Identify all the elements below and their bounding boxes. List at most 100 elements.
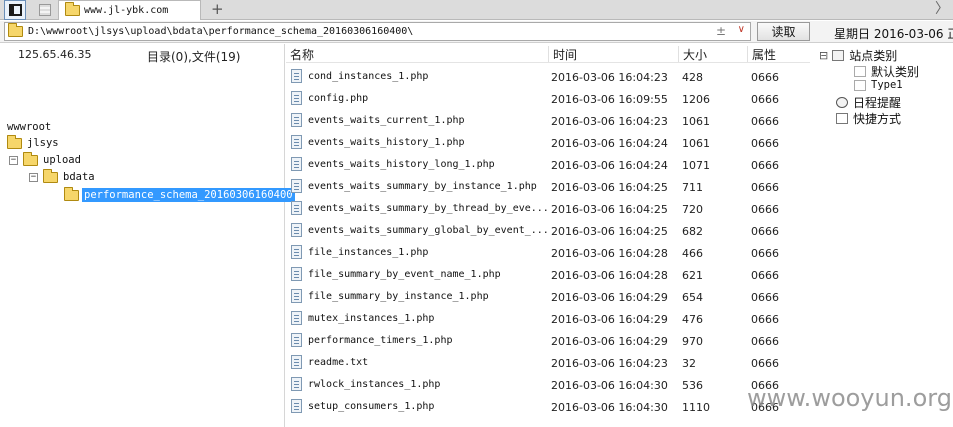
col-header-time[interactable]: 时间 <box>548 46 577 62</box>
file-name: mutex_instances_1.php <box>308 313 435 324</box>
server-ip: 125.65.46.35 <box>18 48 92 61</box>
node-shortcut[interactable]: 快捷方式 <box>836 110 901 127</box>
file-name: performance_timers_1.php <box>308 335 453 346</box>
file-name: file_instances_1.php <box>308 247 429 258</box>
node-schedule[interactable]: 日程提醒 <box>836 94 901 111</box>
file-name: events_waits_current_1.php <box>308 115 465 126</box>
panel-toggle-button[interactable] <box>4 0 26 20</box>
directory-tree-pane: 125.65.46.35 目录(0),文件(19) wwwroot jlsys … <box>0 44 295 427</box>
file-attr: 0666 <box>751 115 779 128</box>
file-attr: 0666 <box>751 93 779 106</box>
file-row[interactable]: events_waits_history_1.php 2016-03-06 16:… <box>286 132 810 154</box>
file-time: 2016-03-06 16:04:29 <box>551 313 668 326</box>
file-time: 2016-03-06 16:04:28 <box>551 269 668 282</box>
file-row[interactable]: readme.txt 2016-03-06 16:04:23 32 0666 <box>286 352 810 374</box>
file-row[interactable]: performance_timers_1.php 2016-03-06 16:04… <box>286 330 810 352</box>
scroll-right-icon[interactable]: 〉 <box>935 1 949 17</box>
file-icon <box>291 377 302 391</box>
file-size: 466 <box>682 247 703 260</box>
file-row[interactable]: file_summary_by_instance_1.php 2016-03-06… <box>286 286 810 308</box>
col-header-attr[interactable]: 属性 <box>747 46 776 62</box>
grid-view-button[interactable] <box>34 0 56 20</box>
file-name: rwlock_instances_1.php <box>308 379 441 390</box>
tree-node-upload[interactable]: − upload <box>9 151 81 166</box>
tree-label-jlsys: jlsys <box>27 137 59 149</box>
file-attr: 0666 <box>751 269 779 282</box>
file-size: 711 <box>682 181 703 194</box>
file-time: 2016-03-06 16:04:24 <box>551 159 668 172</box>
file-name: events_waits_history_1.php <box>308 137 465 148</box>
folder-icon <box>65 2 80 16</box>
file-row[interactable]: file_summary_by_event_name_1.php 2016-03-… <box>286 264 810 286</box>
file-icon <box>291 223 302 237</box>
file-time: 2016-03-06 16:04:30 <box>551 379 668 392</box>
file-size: 1206 <box>682 93 710 106</box>
file-row[interactable]: cond_instances_1.php 2016-03-06 16:04:23 4… <box>286 66 810 88</box>
col-header-size[interactable]: 大小 <box>678 46 707 62</box>
file-attr: 0666 <box>751 335 779 348</box>
file-name: setup_consumers_1.php <box>308 401 435 412</box>
file-icon <box>291 245 302 259</box>
node-default-category[interactable]: 默认类别 <box>854 63 919 80</box>
file-row[interactable]: events_waits_summary_global_by_event_...… <box>286 220 810 242</box>
file-size: 428 <box>682 71 703 84</box>
file-row[interactable]: events_waits_summary_by_instance_1.php 20… <box>286 176 810 198</box>
file-icon <box>291 69 302 83</box>
file-row[interactable]: mutex_instances_1.php 2016-03-06 16:04:29… <box>286 308 810 330</box>
folder-icon <box>43 168 58 183</box>
file-row[interactable]: config.php 2016-03-06 16:09:55 1206 0666 <box>286 88 810 110</box>
file-time: 2016-03-06 16:04:23 <box>551 115 668 128</box>
tree-node-performance-schema[interactable]: performance_schema_20160306160400 <box>64 186 295 202</box>
node-type1[interactable]: Type1 <box>854 79 903 91</box>
file-row[interactable]: rwlock_instances_1.php 2016-03-06 16:04:3… <box>286 374 810 396</box>
file-icon <box>291 91 302 105</box>
file-name: events_waits_summary_by_instance_1.php <box>308 181 537 192</box>
file-attr: 0666 <box>751 357 779 370</box>
watermark: www.wooyun.org <box>747 384 952 412</box>
collapse-icon[interactable]: − <box>29 172 38 182</box>
file-row[interactable]: file_instances_1.php 2016-03-06 16:04:28 4… <box>286 242 810 264</box>
file-name: file_summary_by_instance_1.php <box>308 291 489 302</box>
file-icon <box>291 201 302 215</box>
panel-icon <box>8 4 22 16</box>
clock-icon <box>836 97 848 108</box>
plus-minus-icon[interactable]: ± <box>716 24 726 38</box>
dropdown-arrow-icon[interactable]: ∨ <box>738 24 745 35</box>
file-attr: 0666 <box>751 159 779 172</box>
file-name: events_waits_summary_by_thread_by_eve... <box>308 203 549 214</box>
file-time: 2016-03-06 16:04:28 <box>551 247 668 260</box>
file-time: 2016-03-06 16:04:29 <box>551 335 668 348</box>
tree-node-jlsys[interactable]: jlsys <box>7 134 59 149</box>
file-icon <box>291 113 302 127</box>
dir-file-summary: 目录(0),文件(19) <box>147 50 241 64</box>
expand-icon[interactable]: ⊟ <box>819 49 828 62</box>
tree-label-selected: performance_schema_20160306160400 <box>82 188 295 202</box>
folder-icon <box>23 151 38 166</box>
path-input[interactable]: D:\wwwroot\jlsys\upload\bdata\performanc… <box>4 22 751 41</box>
tab-site[interactable]: www.jl-ybk.com <box>58 0 201 20</box>
category-icon <box>832 50 845 61</box>
file-row[interactable]: events_waits_history_long_1.php 2016-03-0… <box>286 154 810 176</box>
tree-root[interactable]: wwwroot <box>7 121 51 133</box>
collapse-icon[interactable]: − <box>9 155 18 165</box>
tree-node-bdata[interactable]: − bdata <box>29 168 95 183</box>
file-row[interactable]: setup_consumers_1.php 2016-03-06 16:04:30… <box>286 396 810 418</box>
file-time: 2016-03-06 16:04:29 <box>551 291 668 304</box>
col-header-name[interactable]: 名称 <box>286 46 314 62</box>
add-tab-button[interactable]: + <box>211 1 224 17</box>
node-site-category[interactable]: ⊟ 站点类别 <box>819 47 897 64</box>
type1-label: Type1 <box>871 79 903 91</box>
file-icon <box>291 135 302 149</box>
file-name: config.php <box>308 93 369 104</box>
file-row[interactable]: events_waits_current_1.php 2016-03-06 16:… <box>286 110 810 132</box>
file-time: 2016-03-06 16:09:55 <box>551 93 668 106</box>
file-icon <box>291 311 302 325</box>
grid-icon <box>39 4 51 16</box>
file-row[interactable]: events_waits_summary_by_thread_by_eve...… <box>286 198 810 220</box>
file-size: 1071 <box>682 159 710 172</box>
read-button[interactable]: 读取 <box>757 22 810 41</box>
file-icon <box>291 289 302 303</box>
shortcut-label: 快捷方式 <box>853 112 902 126</box>
file-icon <box>291 157 302 171</box>
file-time: 2016-03-06 16:04:23 <box>551 357 668 370</box>
